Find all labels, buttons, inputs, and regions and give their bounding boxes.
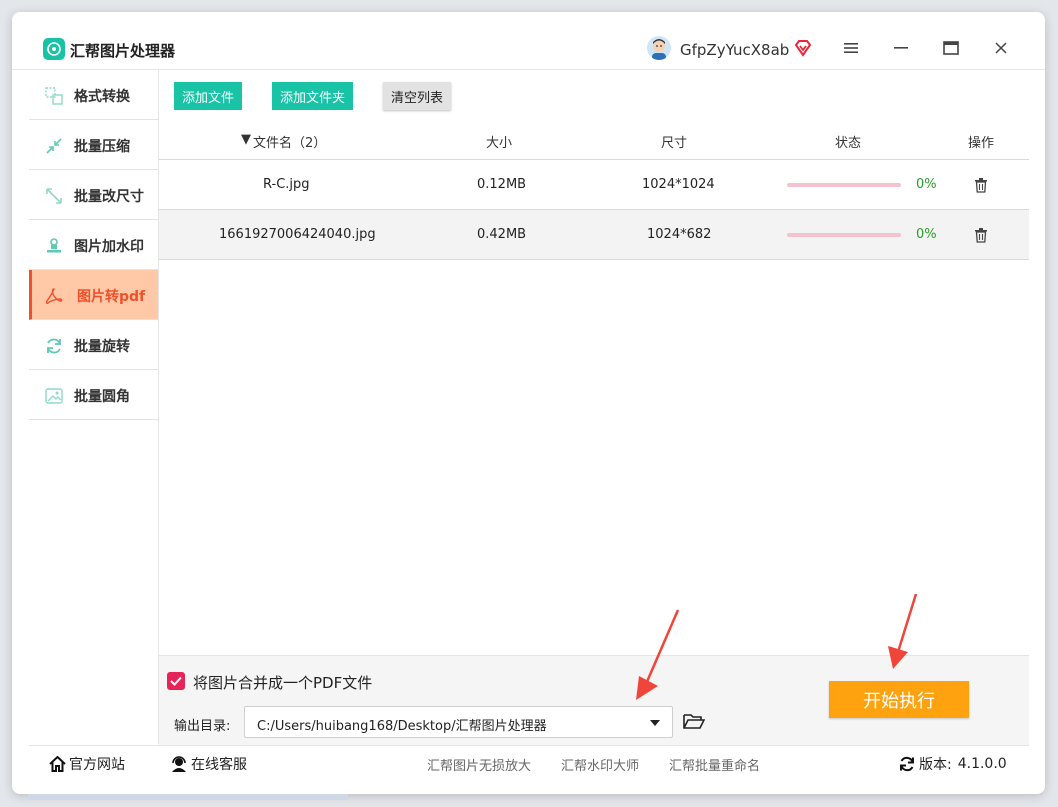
file-dimensions: 1024*682 [647, 227, 712, 242]
chevron-down-icon [650, 720, 660, 726]
format-convert-icon [45, 87, 63, 105]
file-name: 1661927006424040.jpg [219, 227, 376, 242]
output-dir-value: C:/Users/huibang168/Desktop/汇帮图片处理器 [257, 719, 547, 734]
maximize-icon[interactable] [939, 36, 963, 60]
file-name: R-C.jpg [263, 177, 310, 192]
version-number: 4.1.0.0 [957, 756, 1007, 772]
refresh-icon[interactable] [899, 756, 915, 772]
minimize-icon[interactable] [889, 36, 913, 60]
rotate-icon [47, 338, 61, 354]
column-header-action: 操作 [968, 136, 995, 151]
clear-list-button[interactable]: 清空列表 [383, 82, 452, 110]
merge-pdf-checkbox[interactable] [167, 672, 185, 690]
output-dir-label: 输出目录: [174, 719, 231, 734]
progress-percent: 0% [916, 227, 937, 242]
file-table: ▼ 文件名（2） 大小 尺寸 状态 操作 R-C.jpg 0.12MB 1024… [159, 120, 1029, 260]
merge-pdf-label[interactable]: 将图片合并成一个PDF文件 [193, 672, 372, 693]
table-row[interactable]: 1661927006424040.jpg 0.42MB 1024*682 0% [159, 210, 1029, 260]
compress-icon [46, 138, 62, 154]
rounded-corner-icon [45, 388, 63, 404]
footer-bar: 官方网站 在线客服 汇帮图片无损放大 汇帮水印大师 汇帮批量重命名 版本: 4.… [29, 745, 1029, 781]
close-icon[interactable] [989, 36, 1013, 60]
watermark-icon [47, 238, 61, 253]
app-logo-icon [43, 38, 65, 60]
home-icon [49, 756, 66, 772]
file-dimensions: 1024*1024 [642, 177, 715, 192]
file-size: 0.42MB [477, 227, 527, 242]
menu-icon[interactable] [839, 36, 863, 60]
column-header-name[interactable]: 文件名（2） [253, 132, 326, 151]
add-folder-button[interactable]: 添加文件夹 [272, 82, 354, 110]
trash-icon[interactable] [974, 227, 988, 243]
online-support-label: 在线客服 [191, 757, 247, 773]
annotation-arrow-icon [888, 593, 918, 669]
title-bar: 汇帮图片处理器 GfpZyYucX8ab [12, 12, 1045, 70]
column-header-status: 状态 [835, 136, 862, 151]
sidebar-item-label: 图片转pdf [77, 289, 146, 305]
sidebar-item-label: 格式转换 [74, 89, 130, 105]
trash-icon[interactable] [974, 177, 988, 193]
sidebar-item-compress[interactable]: 批量压缩 [29, 120, 158, 170]
sidebar-item-watermark[interactable]: 图片加水印 [29, 220, 158, 270]
background-strip [28, 794, 348, 800]
footer-link-upscale[interactable]: 汇帮图片无损放大 [427, 755, 531, 774]
sidebar-item-label: 批量旋转 [74, 339, 130, 355]
sidebar-item-rounded-corner[interactable]: 批量圆角 [29, 370, 158, 420]
username[interactable]: GfpZyYucX8ab [680, 41, 789, 59]
add-file-button[interactable]: 添加文件 [174, 82, 243, 110]
app-window: 汇帮图片处理器 GfpZyYucX8ab 格式转换 批量压缩 批量改尺寸 图片加… [12, 12, 1045, 794]
sort-desc-icon[interactable]: ▼ [241, 132, 251, 147]
vip-diamond-icon[interactable] [794, 39, 812, 57]
file-size: 0.12MB [477, 177, 527, 192]
version-info: 版本: 4.1.0.0 [899, 754, 1007, 774]
progress-bar [787, 183, 901, 187]
footer-link-watermark[interactable]: 汇帮水印大师 [561, 755, 639, 774]
column-header-size[interactable]: 大小 [486, 132, 512, 151]
resize-icon [46, 188, 62, 204]
table-header: ▼ 文件名（2） 大小 尺寸 状态 操作 [159, 120, 1029, 160]
user-avatar[interactable] [647, 36, 671, 60]
official-website-link[interactable]: 官方网站 [49, 754, 125, 774]
online-support-link[interactable]: 在线客服 [170, 754, 247, 774]
annotation-arrow-icon [636, 609, 680, 700]
sidebar-item-label: 图片加水印 [74, 239, 144, 255]
sidebar: 格式转换 批量压缩 批量改尺寸 图片加水印 图片转pdf 批量旋转 批量圆角 [29, 70, 159, 744]
start-button[interactable]: 开始执行 [829, 681, 969, 718]
app-title: 汇帮图片处理器 [70, 42, 176, 60]
sidebar-item-resize[interactable]: 批量改尺寸 [29, 170, 158, 220]
output-dir-select[interactable]: C:/Users/huibang168/Desktop/汇帮图片处理器 [244, 706, 673, 738]
official-website-label: 官方网站 [69, 757, 125, 773]
column-header-dimensions[interactable]: 尺寸 [661, 132, 687, 151]
footer-link-rename[interactable]: 汇帮批量重命名 [669, 755, 760, 774]
sidebar-item-label: 批量压缩 [74, 139, 130, 155]
sidebar-item-format-convert[interactable]: 格式转换 [29, 70, 158, 120]
table-row[interactable]: R-C.jpg 0.12MB 1024*1024 0% [159, 160, 1029, 210]
sidebar-item-label: 批量改尺寸 [74, 189, 144, 205]
sidebar-item-rotate[interactable]: 批量旋转 [29, 320, 158, 370]
pdf-icon [45, 288, 63, 305]
progress-percent: 0% [916, 177, 937, 192]
folder-open-icon[interactable] [683, 712, 705, 730]
progress-bar [787, 233, 901, 237]
customer-service-icon [172, 756, 186, 772]
sidebar-item-label: 批量圆角 [74, 389, 130, 405]
version-label: 版本: [919, 757, 952, 773]
sidebar-item-to-pdf[interactable]: 图片转pdf [29, 270, 158, 320]
